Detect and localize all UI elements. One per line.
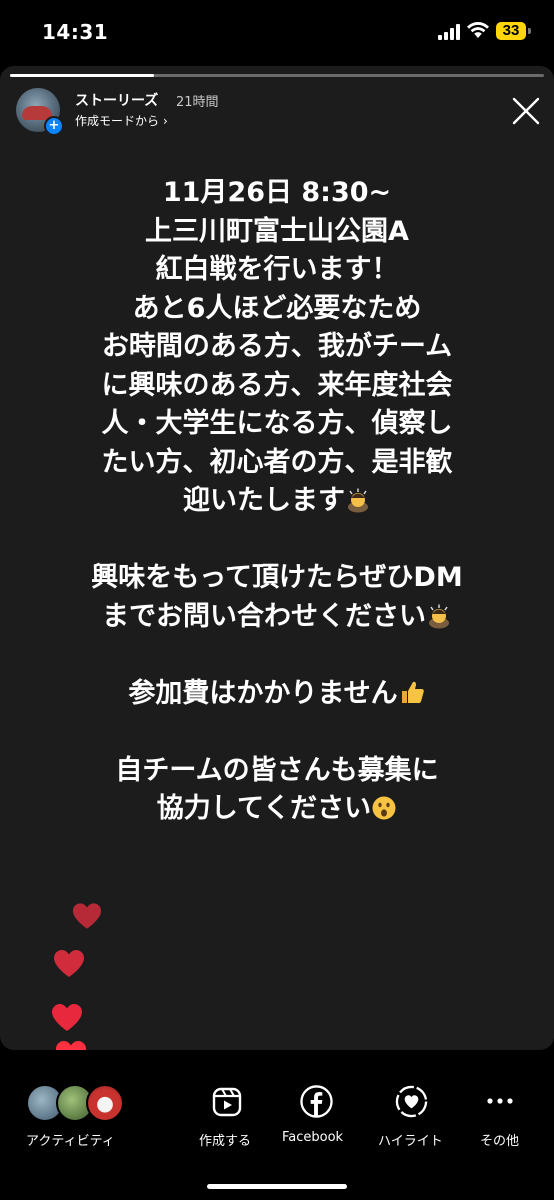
story-line: たい方、初心者の方、是非歓 bbox=[101, 446, 453, 478]
story-line: 協力してください bbox=[40, 790, 514, 829]
story-line: 紅白戦を行います！ bbox=[155, 254, 399, 285]
cellular-signal-icon bbox=[438, 24, 462, 40]
create-mode-label: 作成モードから bbox=[75, 114, 160, 128]
story-line: 興味をもって頂けたらぜひDM bbox=[91, 562, 463, 593]
wifi-icon bbox=[467, 22, 489, 38]
story-line: 自チームの皆さんも募集に bbox=[115, 754, 439, 786]
heart-reaction-icon bbox=[56, 1041, 86, 1050]
story-line-text: 参加費はかかりません bbox=[128, 677, 398, 709]
create-label[interactable]: 作成する bbox=[199, 1130, 251, 1149]
story-bottom-bar: アクティビティ 作成する Facebook ハイライト その他 bbox=[0, 1078, 554, 1200]
story-line: お時間のある方、我がチーム bbox=[101, 331, 453, 362]
create-mode-link[interactable]: 作成モードから › bbox=[75, 112, 168, 129]
heart-reaction-icon bbox=[72, 903, 102, 929]
story-line: 参加費はかかりません bbox=[40, 675, 514, 714]
heart-reaction-icon bbox=[54, 950, 84, 977]
create-reel-icon[interactable] bbox=[211, 1086, 243, 1118]
story-time-ago: 21時間 bbox=[176, 95, 219, 110]
story-line-text: 迎いたします bbox=[183, 485, 345, 516]
viewer-avatar bbox=[86, 1084, 124, 1122]
battery-indicator: 33 bbox=[496, 22, 526, 40]
story-message: 11月26日 8:30~ 上三川町富士山公園A 紅白戦を行います！ あと6人ほど… bbox=[40, 174, 514, 829]
highlight-label[interactable]: ハイライト bbox=[378, 1130, 443, 1149]
story-line-text: までお問い合わせください bbox=[102, 600, 426, 632]
close-icon[interactable] bbox=[511, 96, 541, 126]
home-indicator[interactable] bbox=[207, 1184, 347, 1189]
story-line-text: 協力してください bbox=[156, 793, 372, 824]
activity-label[interactable]: アクティビティ bbox=[26, 1130, 115, 1149]
story-line: 上三川町富士山公園A bbox=[145, 215, 409, 247]
chevron-right-icon: › bbox=[163, 114, 168, 128]
story-line: までお問い合わせください bbox=[40, 598, 514, 637]
status-bar: 14:31 33 bbox=[0, 0, 554, 64]
more-label[interactable]: その他 bbox=[480, 1130, 519, 1149]
more-options-icon[interactable] bbox=[486, 1096, 514, 1106]
story-username[interactable]: ストーリーズ bbox=[75, 90, 158, 110]
highlight-heart-icon[interactable] bbox=[395, 1085, 428, 1118]
story-line: 迎いたします bbox=[40, 482, 514, 521]
story-viewer[interactable]: + ストーリーズ 21時間 作成モードから › 11月26日 8:30~ 上三川町… bbox=[0, 66, 554, 1050]
story-line: あと6人ほど必要なため bbox=[132, 292, 422, 324]
thumbs-up-emoji-icon bbox=[401, 681, 424, 703]
facebook-label[interactable]: Facebook bbox=[282, 1130, 343, 1145]
surprised-face-emoji-icon bbox=[372, 796, 396, 820]
story-line: 11月26日 8:30~ bbox=[162, 177, 392, 208]
story-line: 人・大学生になる方、偵察し bbox=[101, 408, 453, 439]
story-line: に興味のある方、来年度社会 bbox=[101, 369, 453, 401]
facebook-icon[interactable] bbox=[300, 1085, 333, 1118]
story-progress-fill bbox=[10, 74, 155, 77]
add-story-icon[interactable]: + bbox=[44, 116, 64, 136]
bowing-person-emoji-icon bbox=[429, 604, 449, 628]
bowing-person-emoji-icon bbox=[348, 488, 368, 513]
heart-reaction-icon bbox=[52, 1004, 82, 1031]
story-progress-bar bbox=[10, 74, 544, 77]
battery-tip bbox=[528, 28, 531, 34]
status-time: 14:31 bbox=[42, 20, 109, 44]
